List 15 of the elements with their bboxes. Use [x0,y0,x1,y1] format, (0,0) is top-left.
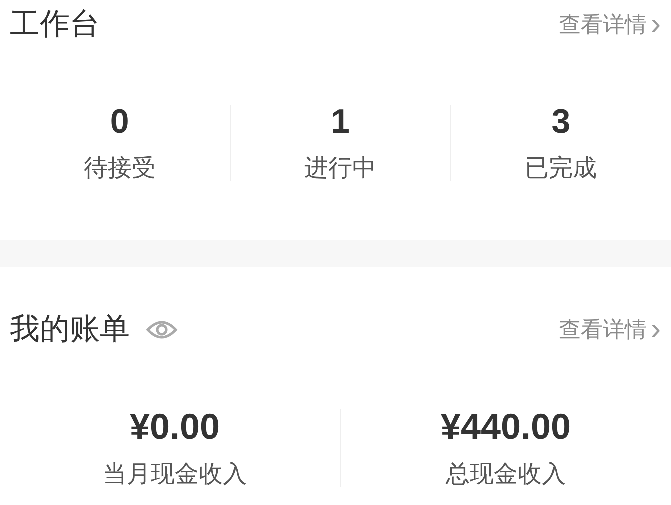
stat-label: 当月现金收入 [103,463,247,487]
stat-label: 已完成 [525,157,598,181]
count-value: 0 [110,105,130,139]
stat-label: 进行中 [304,157,376,181]
details-link[interactable]: 查看详情› [559,315,661,345]
details-link[interactable]: 查看详情› [559,10,661,40]
eye-icon[interactable] [146,319,178,341]
stat-label: 总现金收入 [446,463,566,487]
amount-value: ¥0.00 [130,409,220,445]
count-value: 1 [331,105,350,139]
section-title: 工作台 [10,10,100,40]
amount-value: ¥440.00 [440,409,572,445]
count-value: 3 [552,105,571,139]
stat-label: 待接受 [84,157,156,181]
section-title: 我的账单 [10,315,130,345]
